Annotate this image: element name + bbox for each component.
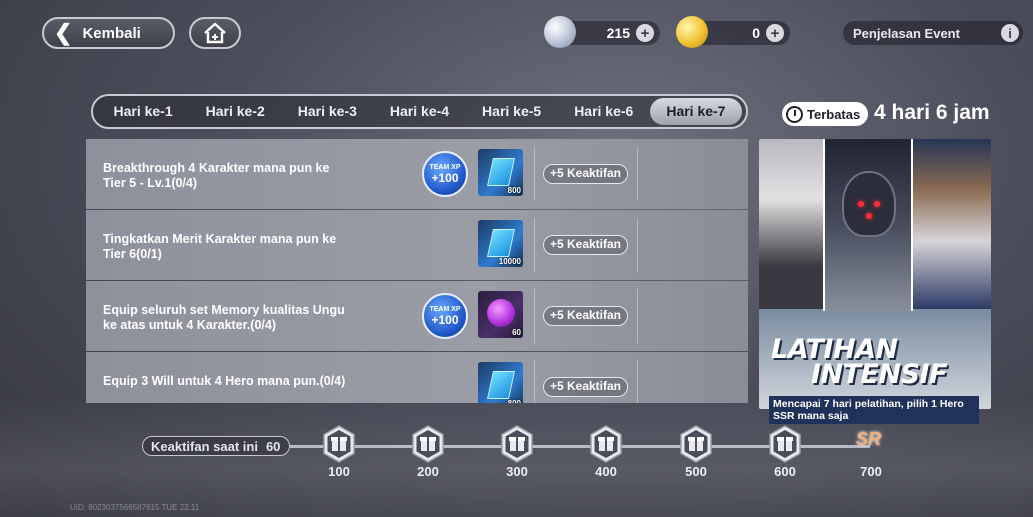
- banner-subtitle: Mencapai 7 hari pelatihan, pilih 1 Hero …: [769, 396, 979, 424]
- reward-qty: 60: [512, 328, 521, 337]
- home-button[interactable]: [189, 17, 241, 49]
- mission-text: Breakthrough 4 Karakter mana pun ke Tier…: [103, 161, 330, 190]
- reward-item[interactable]: 800: [478, 149, 523, 196]
- activity-reward: +5 Keaktifan: [543, 235, 628, 255]
- team-xp-value: +100: [431, 170, 459, 185]
- mission-row: Equip seluruh set Memory kualitas Ungu k…: [86, 281, 748, 351]
- milestone-chest[interactable]: [411, 425, 445, 463]
- milestone-label: 500: [685, 464, 707, 479]
- hero-portrait-center: [823, 139, 913, 311]
- card-icon: [487, 158, 515, 186]
- divider: [534, 218, 535, 272]
- divider: [637, 147, 638, 201]
- team-xp-badge[interactable]: TEAM XP +100: [422, 151, 468, 197]
- tab-day-3[interactable]: Hari ke-3: [281, 98, 373, 125]
- limited-label: Terbatas: [807, 106, 861, 122]
- event-banner: LATIHAN INTENSIF: [759, 139, 991, 409]
- event-info-label: Penjelasan Event: [853, 25, 960, 41]
- robot-face-icon: [842, 171, 896, 237]
- add-silver-button[interactable]: +: [636, 24, 654, 42]
- divider: [534, 289, 535, 343]
- milestone-chest[interactable]: [589, 425, 623, 463]
- gold-coin-icon: [676, 16, 708, 48]
- activity-reward: +5 Keaktifan: [543, 377, 628, 397]
- day-tabs: Hari ke-1 Hari ke-2 Hari ke-3 Hari ke-4 …: [91, 94, 748, 129]
- milestone-chest[interactable]: [500, 425, 534, 463]
- divider: [637, 360, 638, 403]
- milestone-label: 100: [328, 464, 350, 479]
- mission-row: Breakthrough 4 Karakter mana pun ke Tier…: [86, 139, 748, 209]
- mission-row: Equip 3 Will untuk 4 Hero mana pun.(0/4)…: [86, 352, 748, 403]
- ssr-reward-icon[interactable]: SR: [856, 429, 881, 450]
- milestone-chest[interactable]: [768, 425, 802, 463]
- limited-badge: Terbatas: [782, 102, 869, 126]
- ticket-icon: [487, 229, 515, 257]
- silver-currency: 215 +: [544, 16, 660, 48]
- time-remaining: 4 hari 6 jam: [874, 101, 990, 124]
- activity-reward: +5 Keaktifan: [543, 164, 628, 184]
- milestone-chest[interactable]: [322, 425, 356, 463]
- gold-amount: 0: [752, 25, 760, 41]
- milestone-label: 700: [860, 464, 882, 479]
- info-icon: i: [1001, 24, 1019, 42]
- mission-text: Equip seluruh set Memory kualitas Ungu k…: [103, 303, 345, 332]
- tab-day-5[interactable]: Hari ke-5: [466, 98, 558, 125]
- gift-icon: [323, 425, 355, 463]
- reward-item[interactable]: 10000: [478, 220, 523, 267]
- gift-icon: [680, 425, 712, 463]
- gift-icon: [769, 425, 801, 463]
- gift-icon: [412, 425, 444, 463]
- gift-icon: [590, 425, 622, 463]
- milestone-label: 600: [774, 464, 796, 479]
- reward-qty: 800: [507, 186, 521, 195]
- gift-icon: [501, 425, 533, 463]
- mission-text: Equip 3 Will untuk 4 Hero mana pun.(0/4): [103, 374, 346, 388]
- milestone-label: 300: [506, 464, 528, 479]
- activity-reward: +5 Keaktifan: [543, 306, 628, 326]
- chevron-left-icon: ❮: [54, 20, 73, 45]
- card-icon: [487, 371, 515, 399]
- divider: [637, 218, 638, 272]
- milestone-label: 400: [595, 464, 617, 479]
- team-xp-badge[interactable]: TEAM XP +100: [422, 293, 468, 339]
- gold-currency: 0 +: [676, 16, 790, 48]
- tab-day-4[interactable]: Hari ke-4: [373, 98, 465, 125]
- mission-row: Tingkatkan Merit Karakter mana pun ke Ti…: [86, 210, 748, 280]
- mission-list[interactable]: Breakthrough 4 Karakter mana pun ke Tier…: [86, 139, 748, 403]
- add-gold-button[interactable]: +: [766, 24, 784, 42]
- divider: [637, 289, 638, 343]
- home-icon: [204, 22, 226, 44]
- current-activity: Keaktifan saat ini 60: [142, 436, 290, 456]
- milestone-label: 200: [417, 464, 439, 479]
- mission-text: Tingkatkan Merit Karakter mana pun ke Ti…: [103, 232, 337, 261]
- back-label: Kembali: [82, 24, 141, 42]
- reward-item[interactable]: 800: [478, 362, 523, 403]
- tab-day-1[interactable]: Hari ke-1: [97, 98, 189, 125]
- reward-item[interactable]: 60: [478, 291, 523, 338]
- banner-title-line2: INTENSIF: [811, 359, 948, 390]
- reward-qty: 10000: [498, 257, 521, 266]
- current-activity-label: Keaktifan saat ini: [151, 438, 258, 454]
- divider: [534, 360, 535, 403]
- back-button[interactable]: ❮ Kembali: [42, 17, 175, 49]
- clock-icon: [786, 105, 803, 123]
- reward-qty: 800: [508, 399, 521, 403]
- silver-amount: 215: [606, 25, 630, 41]
- banner-title: LATIHAN INTENSIF: [771, 336, 948, 390]
- event-info-button[interactable]: Penjelasan Event i: [843, 21, 1023, 45]
- hero-portrait-right: [909, 139, 991, 309]
- current-activity-value: 60: [265, 438, 281, 454]
- tab-day-2[interactable]: Hari ke-2: [189, 98, 281, 125]
- tab-day-7[interactable]: Hari ke-7: [649, 98, 742, 125]
- team-xp-value: +100: [431, 312, 459, 327]
- silver-coin-icon: [544, 16, 576, 48]
- tab-day-6[interactable]: Hari ke-6: [558, 98, 650, 125]
- divider: [534, 147, 535, 201]
- uid-label: UID: 8023037566587615 TUE 22:11: [70, 503, 200, 512]
- milestone-chest[interactable]: [679, 425, 713, 463]
- purple-orb-icon: [487, 299, 515, 327]
